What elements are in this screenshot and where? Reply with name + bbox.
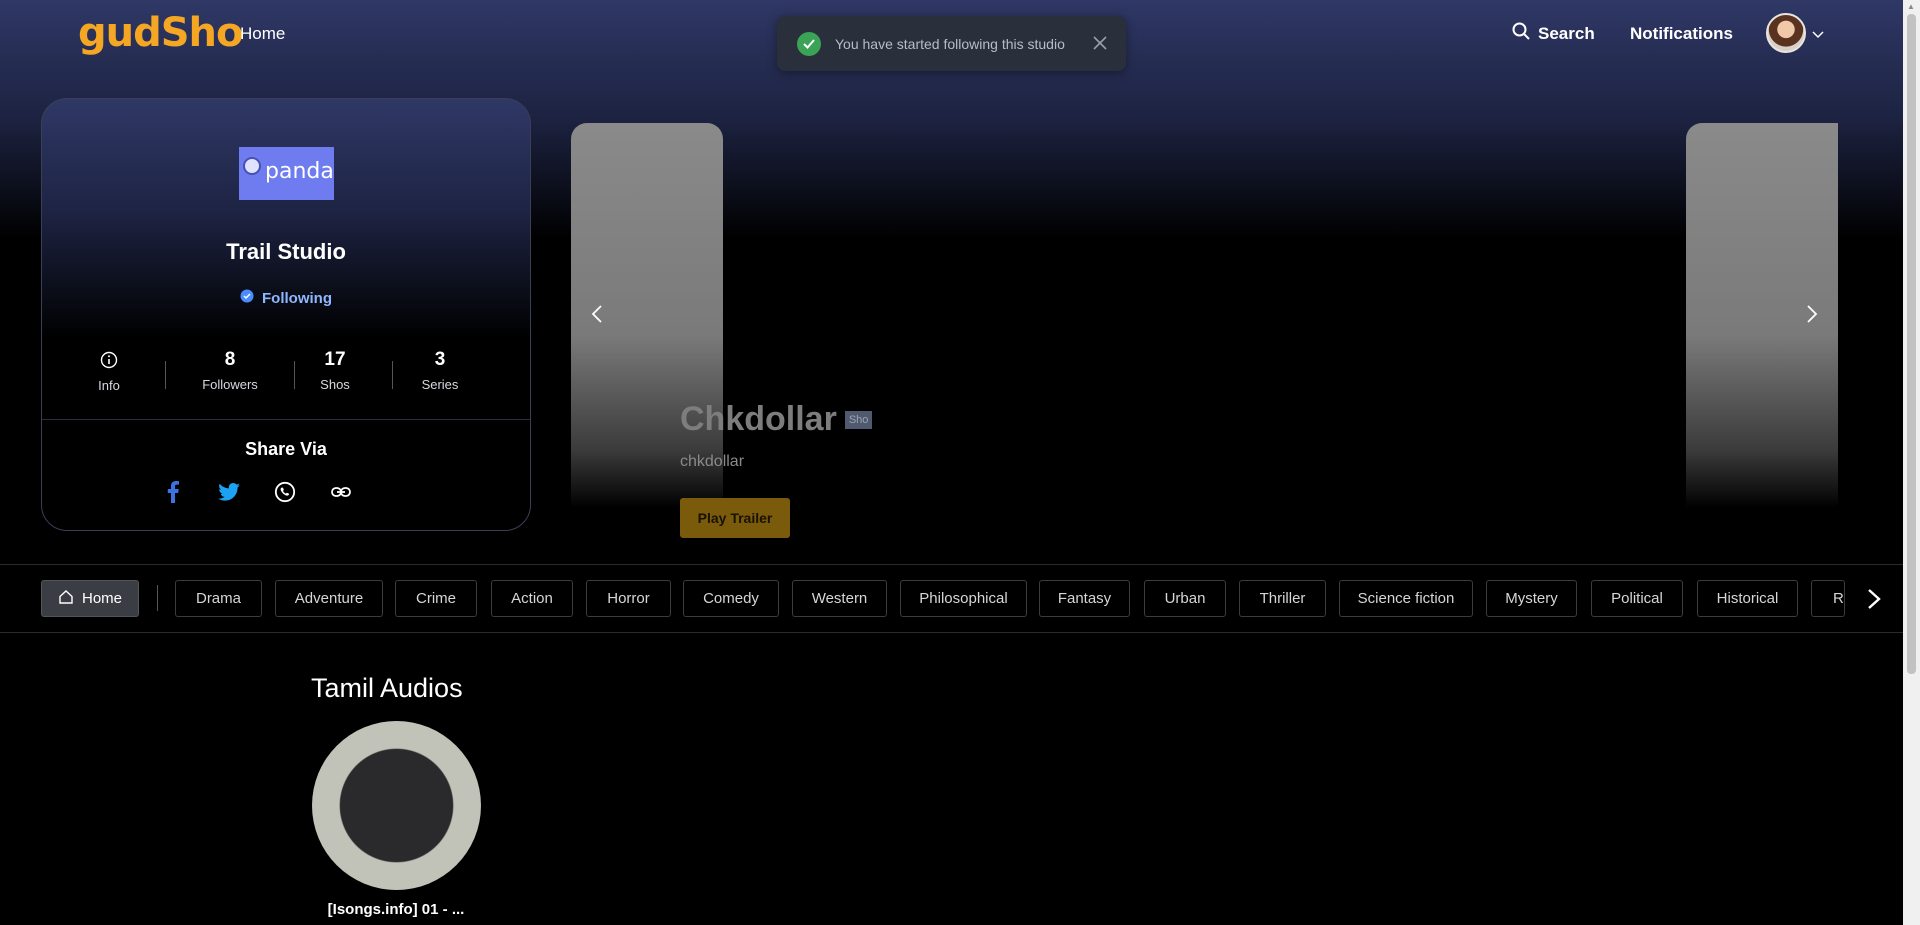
genre-historical[interactable]: Historical xyxy=(1697,580,1798,617)
genre-horror[interactable]: Horror xyxy=(586,580,671,617)
stat-followers[interactable]: 8 Followers xyxy=(192,349,268,392)
close-icon[interactable] xyxy=(1092,35,1108,56)
chevron-right-icon[interactable] xyxy=(1800,302,1824,326)
divider xyxy=(294,361,295,389)
genre-home-button[interactable]: Home xyxy=(41,580,139,617)
nav-home-link[interactable]: Home xyxy=(240,24,285,44)
hero-title-text: Chkdollar xyxy=(680,400,837,438)
genre-urban[interactable]: Urban xyxy=(1144,580,1226,617)
genre-thriller[interactable]: Thriller xyxy=(1239,580,1326,617)
stat-value: 3 xyxy=(434,349,446,370)
sho-badge: Sho xyxy=(844,410,873,429)
notifications-link[interactable]: Notifications xyxy=(1630,24,1733,44)
studio-stats: Info 8 Followers 17 Shos 3 Series xyxy=(42,349,530,409)
genre-action[interactable]: Action xyxy=(491,580,573,617)
user-avatar[interactable] xyxy=(1766,13,1806,53)
search-button[interactable]: Search xyxy=(1512,22,1595,45)
genre-comedy[interactable]: Comedy xyxy=(683,580,779,617)
hero-title: Chkdollar Sho xyxy=(680,400,873,439)
chevron-down-icon[interactable] xyxy=(1812,26,1824,44)
genre-drama[interactable]: Drama xyxy=(175,580,262,617)
section-title: Tamil Audios xyxy=(311,673,463,703)
twitter-icon[interactable] xyxy=(216,479,242,505)
link-icon[interactable] xyxy=(328,479,354,505)
divider xyxy=(42,419,530,420)
search-label: Search xyxy=(1538,23,1595,43)
genre-crime[interactable]: Crime xyxy=(395,580,477,617)
gudsho-logo[interactable]: gudSho xyxy=(78,10,244,56)
divider xyxy=(157,585,158,611)
chevron-left-icon[interactable] xyxy=(585,302,609,326)
scrollbar[interactable]: ▲ xyxy=(1903,0,1920,925)
following-label: Following xyxy=(262,289,332,307)
stat-label: Followers xyxy=(202,377,258,392)
studio-logo-badge xyxy=(243,157,261,175)
divider xyxy=(392,361,393,389)
genre-ro[interactable]: Ro xyxy=(1811,580,1845,617)
genre-philosophical[interactable]: Philosophical xyxy=(900,580,1027,617)
genre-bar: Home Drama Adventure Crime Action Horror… xyxy=(0,564,1903,633)
toast-message: You have started following this studio xyxy=(835,35,1065,52)
studio-name: Trail Studio xyxy=(226,239,346,264)
audio-thumbnail[interactable] xyxy=(312,721,481,890)
scrollbar-thumb[interactable] xyxy=(1907,14,1916,674)
genre-adventure[interactable]: Adventure xyxy=(275,580,383,617)
verified-icon xyxy=(240,289,254,307)
stat-value: 8 xyxy=(224,349,236,370)
home-icon xyxy=(58,589,74,609)
genre-home-label: Home xyxy=(81,590,122,607)
whatsapp-icon[interactable] xyxy=(272,479,298,505)
play-trailer-button[interactable]: Play Trailer xyxy=(680,498,790,538)
genre-political[interactable]: Political xyxy=(1591,580,1683,617)
studio-logo-text: panda xyxy=(265,159,334,184)
check-icon xyxy=(797,31,821,56)
studio-logo: panda xyxy=(239,147,334,200)
hero-subtitle: chkdollar xyxy=(680,453,745,470)
info-icon xyxy=(94,349,124,372)
search-icon xyxy=(1512,22,1530,45)
genre-science-fiction[interactable]: Science fiction xyxy=(1339,580,1473,617)
stat-info[interactable]: Info xyxy=(94,349,124,393)
genre-mystery[interactable]: Mystery xyxy=(1486,580,1577,617)
facebook-icon[interactable] xyxy=(160,479,186,505)
stat-series[interactable]: 3 Series xyxy=(412,349,468,392)
stat-label: Info xyxy=(98,378,120,393)
share-title: Share Via xyxy=(245,439,327,459)
stat-shos[interactable]: 17 Shos xyxy=(310,349,360,392)
divider xyxy=(165,361,166,389)
stat-value: 17 xyxy=(324,349,346,370)
chevron-right-icon[interactable] xyxy=(1860,585,1888,613)
genre-western[interactable]: Western xyxy=(792,580,887,617)
studio-card: panda Trail Studio Following Info 8 Foll… xyxy=(41,98,531,531)
stat-label: Shos xyxy=(320,377,350,392)
following-button[interactable]: Following xyxy=(42,289,530,307)
studio-page: gudSho Home Search Notifications You hav… xyxy=(0,0,1920,925)
follow-toast: You have started following this studio xyxy=(777,16,1126,71)
audio-title[interactable]: [Isongs.info] 01 - ... xyxy=(311,901,481,918)
stat-label: Series xyxy=(421,377,459,392)
genre-fantasy[interactable]: Fantasy xyxy=(1039,580,1130,617)
scroll-up-icon[interactable]: ▲ xyxy=(1907,2,1915,11)
